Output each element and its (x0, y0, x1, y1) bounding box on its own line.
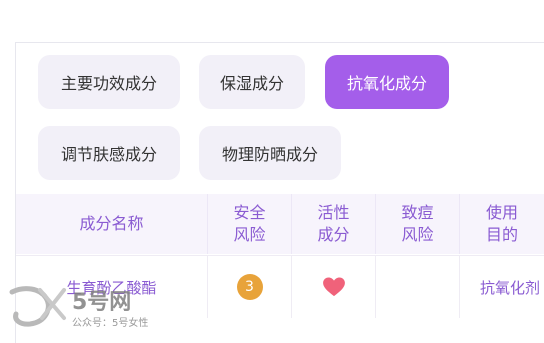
category-chip-skin-feel[interactable]: 调节肤感成分 (38, 126, 180, 180)
watermark-brand: 5号网 (72, 290, 132, 315)
category-chip-moisturizing[interactable]: 保湿成分 (199, 55, 305, 109)
active-ingredient-cell (292, 256, 376, 318)
category-chip-main-efficacy[interactable]: 主要功效成分 (38, 55, 180, 109)
column-header-purpose: 使用 目的 (485, 203, 518, 244)
column-header-safety-risk: 安全 风险 (208, 194, 292, 254)
column-header-name: 成分名称 (16, 194, 208, 254)
column-header-active-ingredient: 活性 成分 (292, 194, 376, 254)
category-chip-physical-sunscreen[interactable]: 物理防晒成分 (199, 126, 341, 180)
column-header-acne-risk: 致痘 风险 (376, 194, 460, 254)
safety-risk-badge: 3 (236, 274, 263, 300)
watermark-subtitle: 公众号：5号女性 (72, 318, 149, 329)
safety-risk-cell: 3 (208, 256, 292, 318)
heart-icon (322, 277, 345, 297)
purpose-cell: 抗氧化剂 (480, 278, 541, 297)
table-header: 成分名称 安全 风险 活性 成分 致痘 风险 使用 目的 (16, 194, 544, 254)
watermark-logo (9, 286, 66, 327)
category-chip-antioxidant[interactable]: 抗氧化成分 (325, 55, 449, 109)
acne-risk-cell (376, 256, 460, 318)
